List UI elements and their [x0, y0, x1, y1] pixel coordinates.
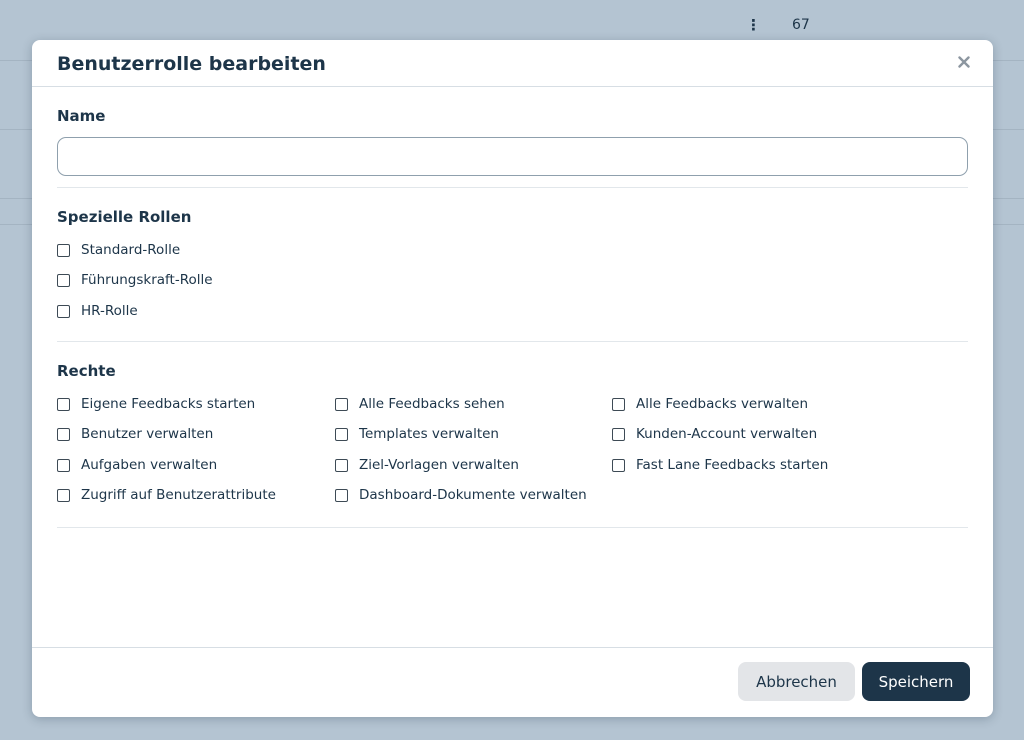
- checkbox-label: Zugriff auf Benutzerattribute: [81, 487, 276, 503]
- checkbox[interactable]: [57, 273, 70, 287]
- right-aufgaben-verwalten[interactable]: Aufgaben verwalten: [57, 455, 217, 475]
- special-roles-title: Spezielle Rollen: [57, 208, 192, 226]
- section-divider: [57, 341, 968, 342]
- checkbox-label: HR-Rolle: [81, 303, 138, 319]
- dialog-header: Benutzerrolle bearbeiten: [32, 40, 993, 87]
- role-name-input[interactable]: [57, 137, 968, 176]
- right-fast-lane-feedbacks-starten[interactable]: Fast Lane Feedbacks starten: [612, 455, 828, 475]
- checkbox-label: Ziel-Vorlagen verwalten: [359, 457, 519, 473]
- checkbox[interactable]: [57, 397, 70, 411]
- checkbox[interactable]: [335, 488, 348, 502]
- checkbox-label: Alle Feedbacks verwalten: [636, 396, 809, 412]
- dialog-title: Benutzerrolle bearbeiten: [57, 53, 326, 75]
- dialog-footer: Abbrechen Speichern: [32, 647, 993, 717]
- special-role-standard[interactable]: Standard-Rolle: [57, 240, 180, 260]
- special-role-hr[interactable]: HR-Rolle: [57, 301, 138, 321]
- checkbox[interactable]: [57, 458, 70, 472]
- right-dashboard-dokumente-verwalten[interactable]: Dashboard-Dokumente verwalten: [335, 485, 587, 505]
- right-templates-verwalten[interactable]: Templates verwalten: [335, 424, 499, 444]
- right-alle-feedbacks-verwalten[interactable]: Alle Feedbacks verwalten: [612, 394, 808, 414]
- checkbox-label: Führungskraft-Rolle: [81, 272, 213, 288]
- checkbox[interactable]: [612, 458, 625, 472]
- background-count: 67: [792, 17, 810, 33]
- checkbox-label: Dashboard-Dokumente verwalten: [359, 487, 587, 503]
- checkbox[interactable]: [57, 488, 70, 502]
- checkbox-label: Eigene Feedbacks starten: [81, 396, 256, 412]
- kebab-menu-icon[interactable]: ⋮: [746, 14, 761, 36]
- right-kunden-account-verwalten[interactable]: Kunden-Account verwalten: [612, 424, 817, 444]
- special-role-fuehrungskraft[interactable]: Führungskraft-Rolle: [57, 270, 213, 290]
- close-icon: [958, 56, 970, 68]
- checkbox[interactable]: [335, 397, 348, 411]
- save-button[interactable]: Speichern: [862, 662, 970, 701]
- checkbox[interactable]: [335, 458, 348, 472]
- checkbox-label: Kunden-Account verwalten: [636, 426, 818, 442]
- checkbox[interactable]: [57, 304, 70, 318]
- checkbox-label: Alle Feedbacks sehen: [359, 396, 505, 412]
- checkbox[interactable]: [57, 243, 70, 257]
- checkbox-label: Standard-Rolle: [81, 242, 181, 258]
- right-zugriff-benutzerattribute[interactable]: Zugriff auf Benutzerattribute: [57, 485, 276, 505]
- right-benutzer-verwalten[interactable]: Benutzer verwalten: [57, 424, 213, 444]
- checkbox[interactable]: [612, 397, 625, 411]
- right-eigene-feedbacks-starten[interactable]: Eigene Feedbacks starten: [57, 394, 255, 414]
- section-divider: [57, 187, 968, 188]
- checkbox[interactable]: [335, 427, 348, 441]
- right-alle-feedbacks-sehen[interactable]: Alle Feedbacks sehen: [335, 394, 505, 414]
- checkbox[interactable]: [612, 427, 625, 441]
- checkbox-label: Benutzer verwalten: [81, 426, 214, 442]
- rights-title: Rechte: [57, 362, 116, 380]
- edit-role-dialog: Benutzerrolle bearbeiten Name Spezielle …: [32, 40, 993, 717]
- close-button[interactable]: [954, 52, 974, 72]
- checkbox[interactable]: [57, 427, 70, 441]
- checkbox-label: Aufgaben verwalten: [81, 457, 218, 473]
- checkbox-label: Templates verwalten: [359, 426, 499, 442]
- right-ziel-vorlagen-verwalten[interactable]: Ziel-Vorlagen verwalten: [335, 455, 519, 475]
- cancel-button[interactable]: Abbrechen: [738, 662, 855, 701]
- name-label: Name: [57, 107, 106, 125]
- checkbox-label: Fast Lane Feedbacks starten: [636, 457, 829, 473]
- section-divider: [57, 527, 968, 528]
